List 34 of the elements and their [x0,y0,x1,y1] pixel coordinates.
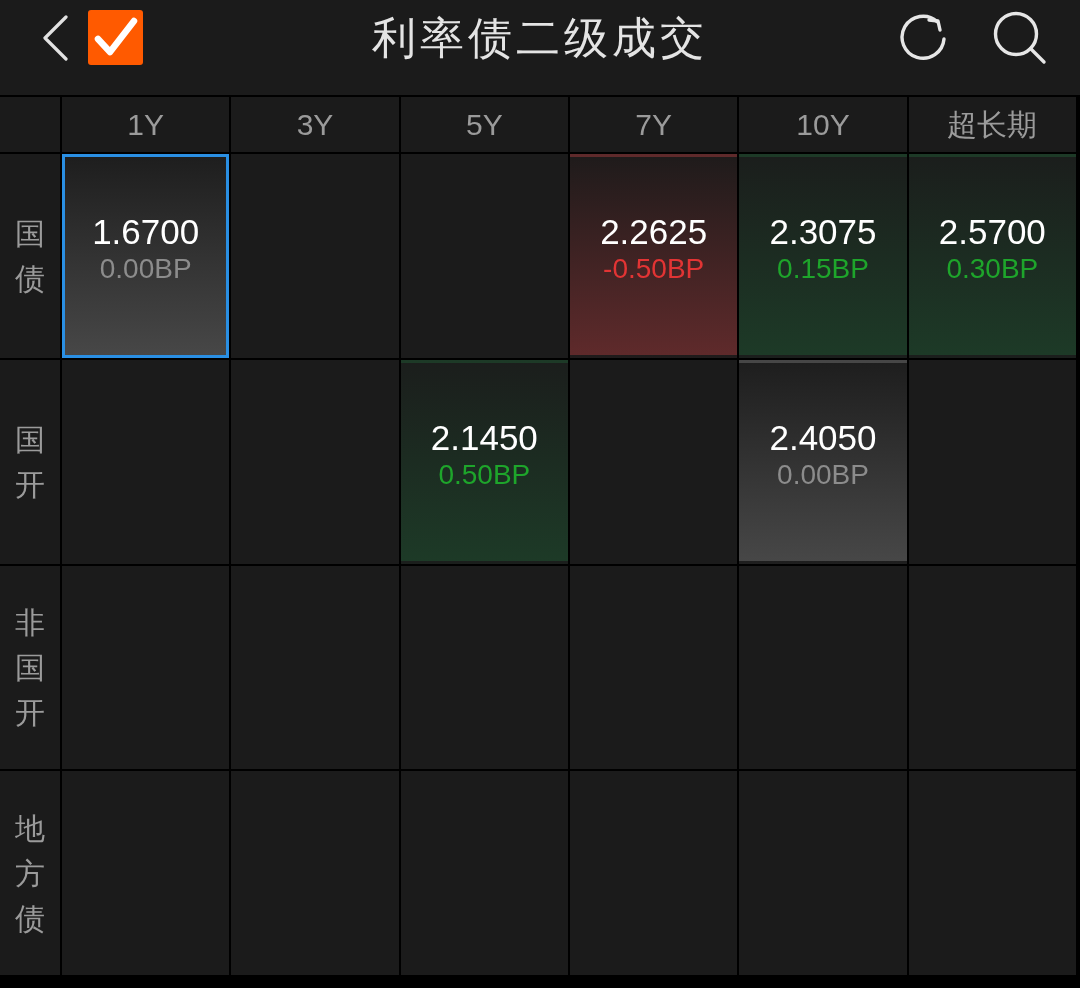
column-header: 1Y [62,97,230,152]
row-header: 国债 [15,214,45,298]
search-icon[interactable] [993,10,1047,65]
yield-value: 2.3075 [769,211,877,253]
checkbox[interactable] [88,10,143,65]
yield-value: 2.2625 [600,211,708,253]
row-header: 国开 [15,420,45,504]
column-header: 10Y [739,97,907,152]
change-value: 0.30BP [946,252,1039,286]
quote-cell[interactable]: 1.6700 0.00BP [62,154,230,358]
row-header: 非国开 [15,603,45,732]
page-title: 利率债二级成交 [372,15,708,60]
back-icon[interactable] [42,14,68,61]
quote-cell[interactable]: 2.1450 0.50BP [400,359,568,564]
yield-value: 2.1450 [430,417,538,458]
yield-value: 2.4050 [769,417,877,458]
column-header: 3Y [231,97,399,152]
quote-cell[interactable]: 2.4050 0.00BP [739,359,907,564]
row-header: 地方债 [15,809,45,938]
corner-cell [0,97,60,152]
quote-cell[interactable]: 2.2625 -0.50BP [570,154,738,358]
change-value: 0.15BP [777,252,869,286]
refresh-icon[interactable] [899,12,949,63]
change-value: 0.50BP [438,457,531,492]
column-header: 超长期 [908,97,1076,152]
quote-cell[interactable]: 2.5700 0.30BP [908,154,1076,358]
change-value: 0.00BP [777,457,869,492]
change-value: -0.50BP [603,252,705,286]
column-header: 7Y [570,97,738,152]
column-header: 5Y [400,97,568,152]
change-value: 0.00BP [99,252,192,286]
quote-cell[interactable]: 2.3075 0.15BP [739,154,907,358]
yield-value: 2.5700 [938,211,1046,253]
yield-value: 1.6700 [92,211,200,253]
